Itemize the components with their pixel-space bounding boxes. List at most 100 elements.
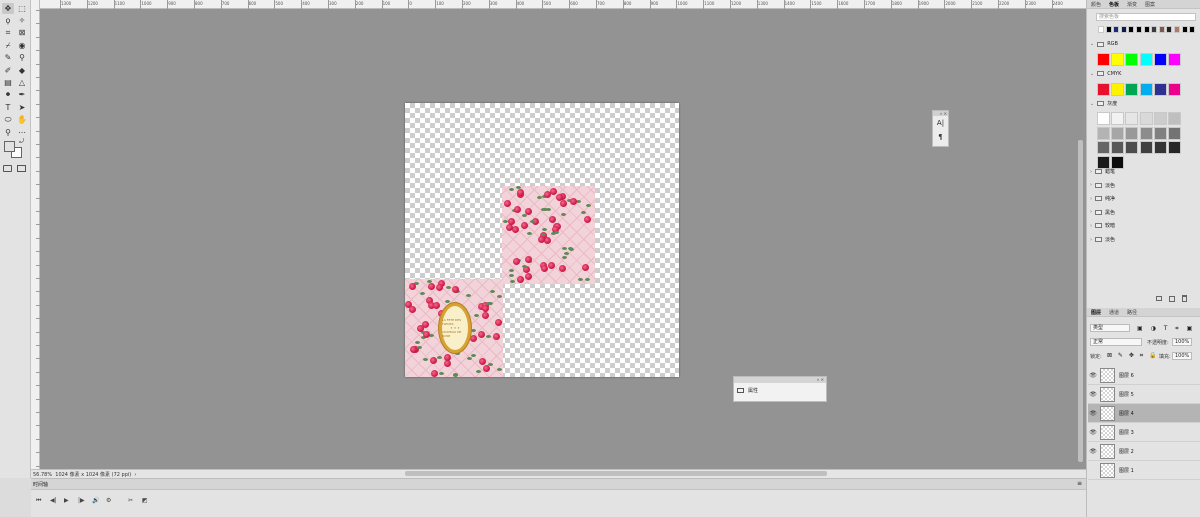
timeline-control-2-icon[interactable]: ▶ xyxy=(64,497,69,504)
recent-swatch[interactable] xyxy=(1098,26,1104,33)
screen-mode-icon[interactable] xyxy=(17,165,26,172)
magic-wand-tool-icon[interactable]: ✧ xyxy=(16,15,28,26)
eraser-tool-icon[interactable]: ◆ xyxy=(16,65,28,76)
layer-pattern-tile-bottom[interactable]: LA FETE DES FLEURS ✦ ✦ ✦ CHATEAU DE ROSE xyxy=(405,279,503,377)
tab-timeline[interactable]: 时间轴 xyxy=(33,481,48,488)
chevron-right-icon[interactable]: › xyxy=(1090,223,1092,229)
chevron-right-icon[interactable]: › xyxy=(1090,209,1092,215)
properties-label[interactable]: 属性 xyxy=(748,387,758,394)
chevron-down-icon[interactable]: ⌄ xyxy=(1090,41,1094,47)
marquee-tool-icon[interactable]: ⬚ xyxy=(16,3,28,14)
recent-swatch[interactable] xyxy=(1189,26,1196,33)
color-swatch[interactable] xyxy=(1139,112,1153,125)
layer-row[interactable]: 👁 图层 5 xyxy=(1088,385,1200,404)
tab-patterns[interactable]: 图案 xyxy=(1145,1,1155,8)
color-swatch[interactable] xyxy=(1125,53,1139,66)
blend-mode-select[interactable]: 正常 xyxy=(1090,338,1142,346)
new-group-icon[interactable] xyxy=(1156,296,1162,301)
tab-paths[interactable]: 路径 xyxy=(1127,309,1137,316)
timeline-control-7-icon[interactable]: ◩ xyxy=(142,497,148,504)
swatch-folder-0[interactable]: › 蜡笔 xyxy=(1090,168,1115,176)
opacity-input[interactable]: 100% xyxy=(1172,338,1192,346)
swatch-search-input[interactable]: 搜索色板 xyxy=(1096,13,1196,21)
lasso-tool-icon[interactable]: ϙ xyxy=(2,15,14,26)
visibility-eye-icon[interactable]: 👁 xyxy=(1088,372,1098,379)
layer-row[interactable]: 图层 1 xyxy=(1088,461,1200,480)
swatch-folder-3[interactable]: › 黑色 xyxy=(1090,209,1115,216)
layer-name[interactable]: 图层 3 xyxy=(1119,429,1134,436)
recent-swatch[interactable] xyxy=(1158,26,1165,33)
visibility-eye-icon[interactable]: 👁 xyxy=(1088,448,1098,455)
timeline-control-1-icon[interactable]: ◀| xyxy=(50,497,57,504)
recent-swatch[interactable] xyxy=(1136,26,1142,33)
timeline-control-5-icon[interactable]: ⚙ xyxy=(106,497,111,504)
fill-input[interactable]: 100% xyxy=(1172,352,1192,360)
swatch-group-2[interactable]: ⌄ 灰度 xyxy=(1090,100,1117,108)
swatch-folder-2[interactable]: › 纯净 xyxy=(1090,195,1115,203)
color-swatch[interactable] xyxy=(1111,82,1125,96)
layer-name[interactable]: 图层 4 xyxy=(1119,410,1134,417)
color-swatch[interactable] xyxy=(1139,82,1153,96)
vertical-ruler[interactable] xyxy=(31,0,40,478)
color-swatch[interactable] xyxy=(1111,112,1125,125)
swatch-folder-4[interactable]: › 较暗 xyxy=(1090,222,1115,230)
color-swatch[interactable] xyxy=(1125,141,1139,154)
timeline-control-3-icon[interactable]: |▶ xyxy=(78,497,85,504)
recent-swatch[interactable] xyxy=(1143,26,1150,33)
recent-swatch[interactable] xyxy=(1166,26,1173,33)
dodge-tool-icon[interactable]: ⚫ xyxy=(2,90,14,101)
color-swatch[interactable] xyxy=(1168,82,1181,96)
layer-kind-filter[interactable]: 类型 xyxy=(1090,324,1130,332)
chevron-right-icon[interactable]: › xyxy=(1090,182,1092,188)
brush-tool-icon[interactable]: ✎ xyxy=(2,53,14,64)
shape-tool-icon[interactable]: ⬭ xyxy=(2,115,14,126)
type-tool-icon[interactable]: T xyxy=(2,102,14,113)
hand-tool-icon[interactable]: ✋ xyxy=(16,115,28,126)
tab-color[interactable]: 颜色 xyxy=(1091,1,1101,8)
color-swatch[interactable] xyxy=(1153,112,1167,125)
layer-pattern-tile-top[interactable] xyxy=(502,186,595,284)
layer-row[interactable]: 👁 图层 2 xyxy=(1088,442,1200,461)
color-swatch[interactable] xyxy=(1153,53,1167,66)
swap-colors-icon[interactable]: ⤾ xyxy=(19,138,24,146)
layer-filter-icons[interactable]: ▣ ◑ T ⌗ ▣ xyxy=(1137,325,1195,333)
move-tool-icon[interactable]: ✥ xyxy=(2,3,14,14)
color-swatch[interactable] xyxy=(1168,141,1181,154)
lock-options-icons[interactable]: ⊠ ✎ ✥ ⌗ 🔒 xyxy=(1107,352,1159,360)
paragraph-panel-icon[interactable]: ¶ xyxy=(933,130,948,144)
timeline-control-0-icon[interactable]: ⏮ xyxy=(36,497,41,505)
new-swatch-icon[interactable] xyxy=(1169,296,1175,302)
document-canvas[interactable]: LA FETE DES FLEURS ✦ ✦ ✦ CHATEAU DE ROSE xyxy=(405,103,679,377)
delete-swatch-icon[interactable] xyxy=(1182,295,1187,302)
color-swatch[interactable] xyxy=(1139,53,1153,66)
color-swatch[interactable] xyxy=(1111,126,1125,140)
vertical-scrollbar[interactable] xyxy=(1078,140,1083,462)
character-panel-icon[interactable]: A| xyxy=(933,116,948,130)
color-swatch[interactable] xyxy=(1168,126,1181,140)
recent-swatch[interactable] xyxy=(1151,26,1158,33)
recent-swatch[interactable] xyxy=(1120,26,1127,33)
swatch-folder-1[interactable]: › 淡色 xyxy=(1090,182,1115,189)
timeline-menu-icon[interactable]: ≡ xyxy=(1077,480,1082,487)
tab-channels[interactable]: 通道 xyxy=(1109,309,1119,316)
recent-swatch[interactable] xyxy=(1113,26,1120,33)
swatch-group-1[interactable]: ⌄ CMYK xyxy=(1090,71,1121,77)
zoom-tool-icon[interactable]: ⚲ xyxy=(2,127,14,138)
visibility-eye-icon[interactable]: 👁 xyxy=(1088,429,1098,436)
gradient-tool-icon[interactable]: ▤ xyxy=(2,77,14,88)
color-swatch[interactable] xyxy=(1139,141,1153,154)
color-swatch[interactable] xyxy=(1097,112,1110,125)
color-swatch[interactable] xyxy=(1125,126,1139,140)
blur-tool-icon[interactable]: △ xyxy=(16,77,28,88)
timeline-control-6-icon[interactable]: ✂ xyxy=(128,497,133,504)
chevron-right-icon[interactable]: › xyxy=(1090,237,1092,243)
crop-tool-icon[interactable]: ⌗ xyxy=(2,28,14,39)
layer-name[interactable]: 图层 2 xyxy=(1119,448,1134,455)
color-swatch[interactable] xyxy=(1125,82,1139,96)
tab-swatches[interactable]: 色板 xyxy=(1109,1,1119,8)
more-tools-icon[interactable]: ⋯ xyxy=(16,127,28,138)
color-swatch[interactable] xyxy=(1168,112,1181,125)
color-swatch[interactable] xyxy=(1097,53,1110,66)
color-swatch[interactable] xyxy=(1111,155,1125,169)
horizontal-ruler[interactable]: 1300 1200 1100 1000 900 800 700 600 500 400 300 200… xyxy=(40,0,1086,9)
